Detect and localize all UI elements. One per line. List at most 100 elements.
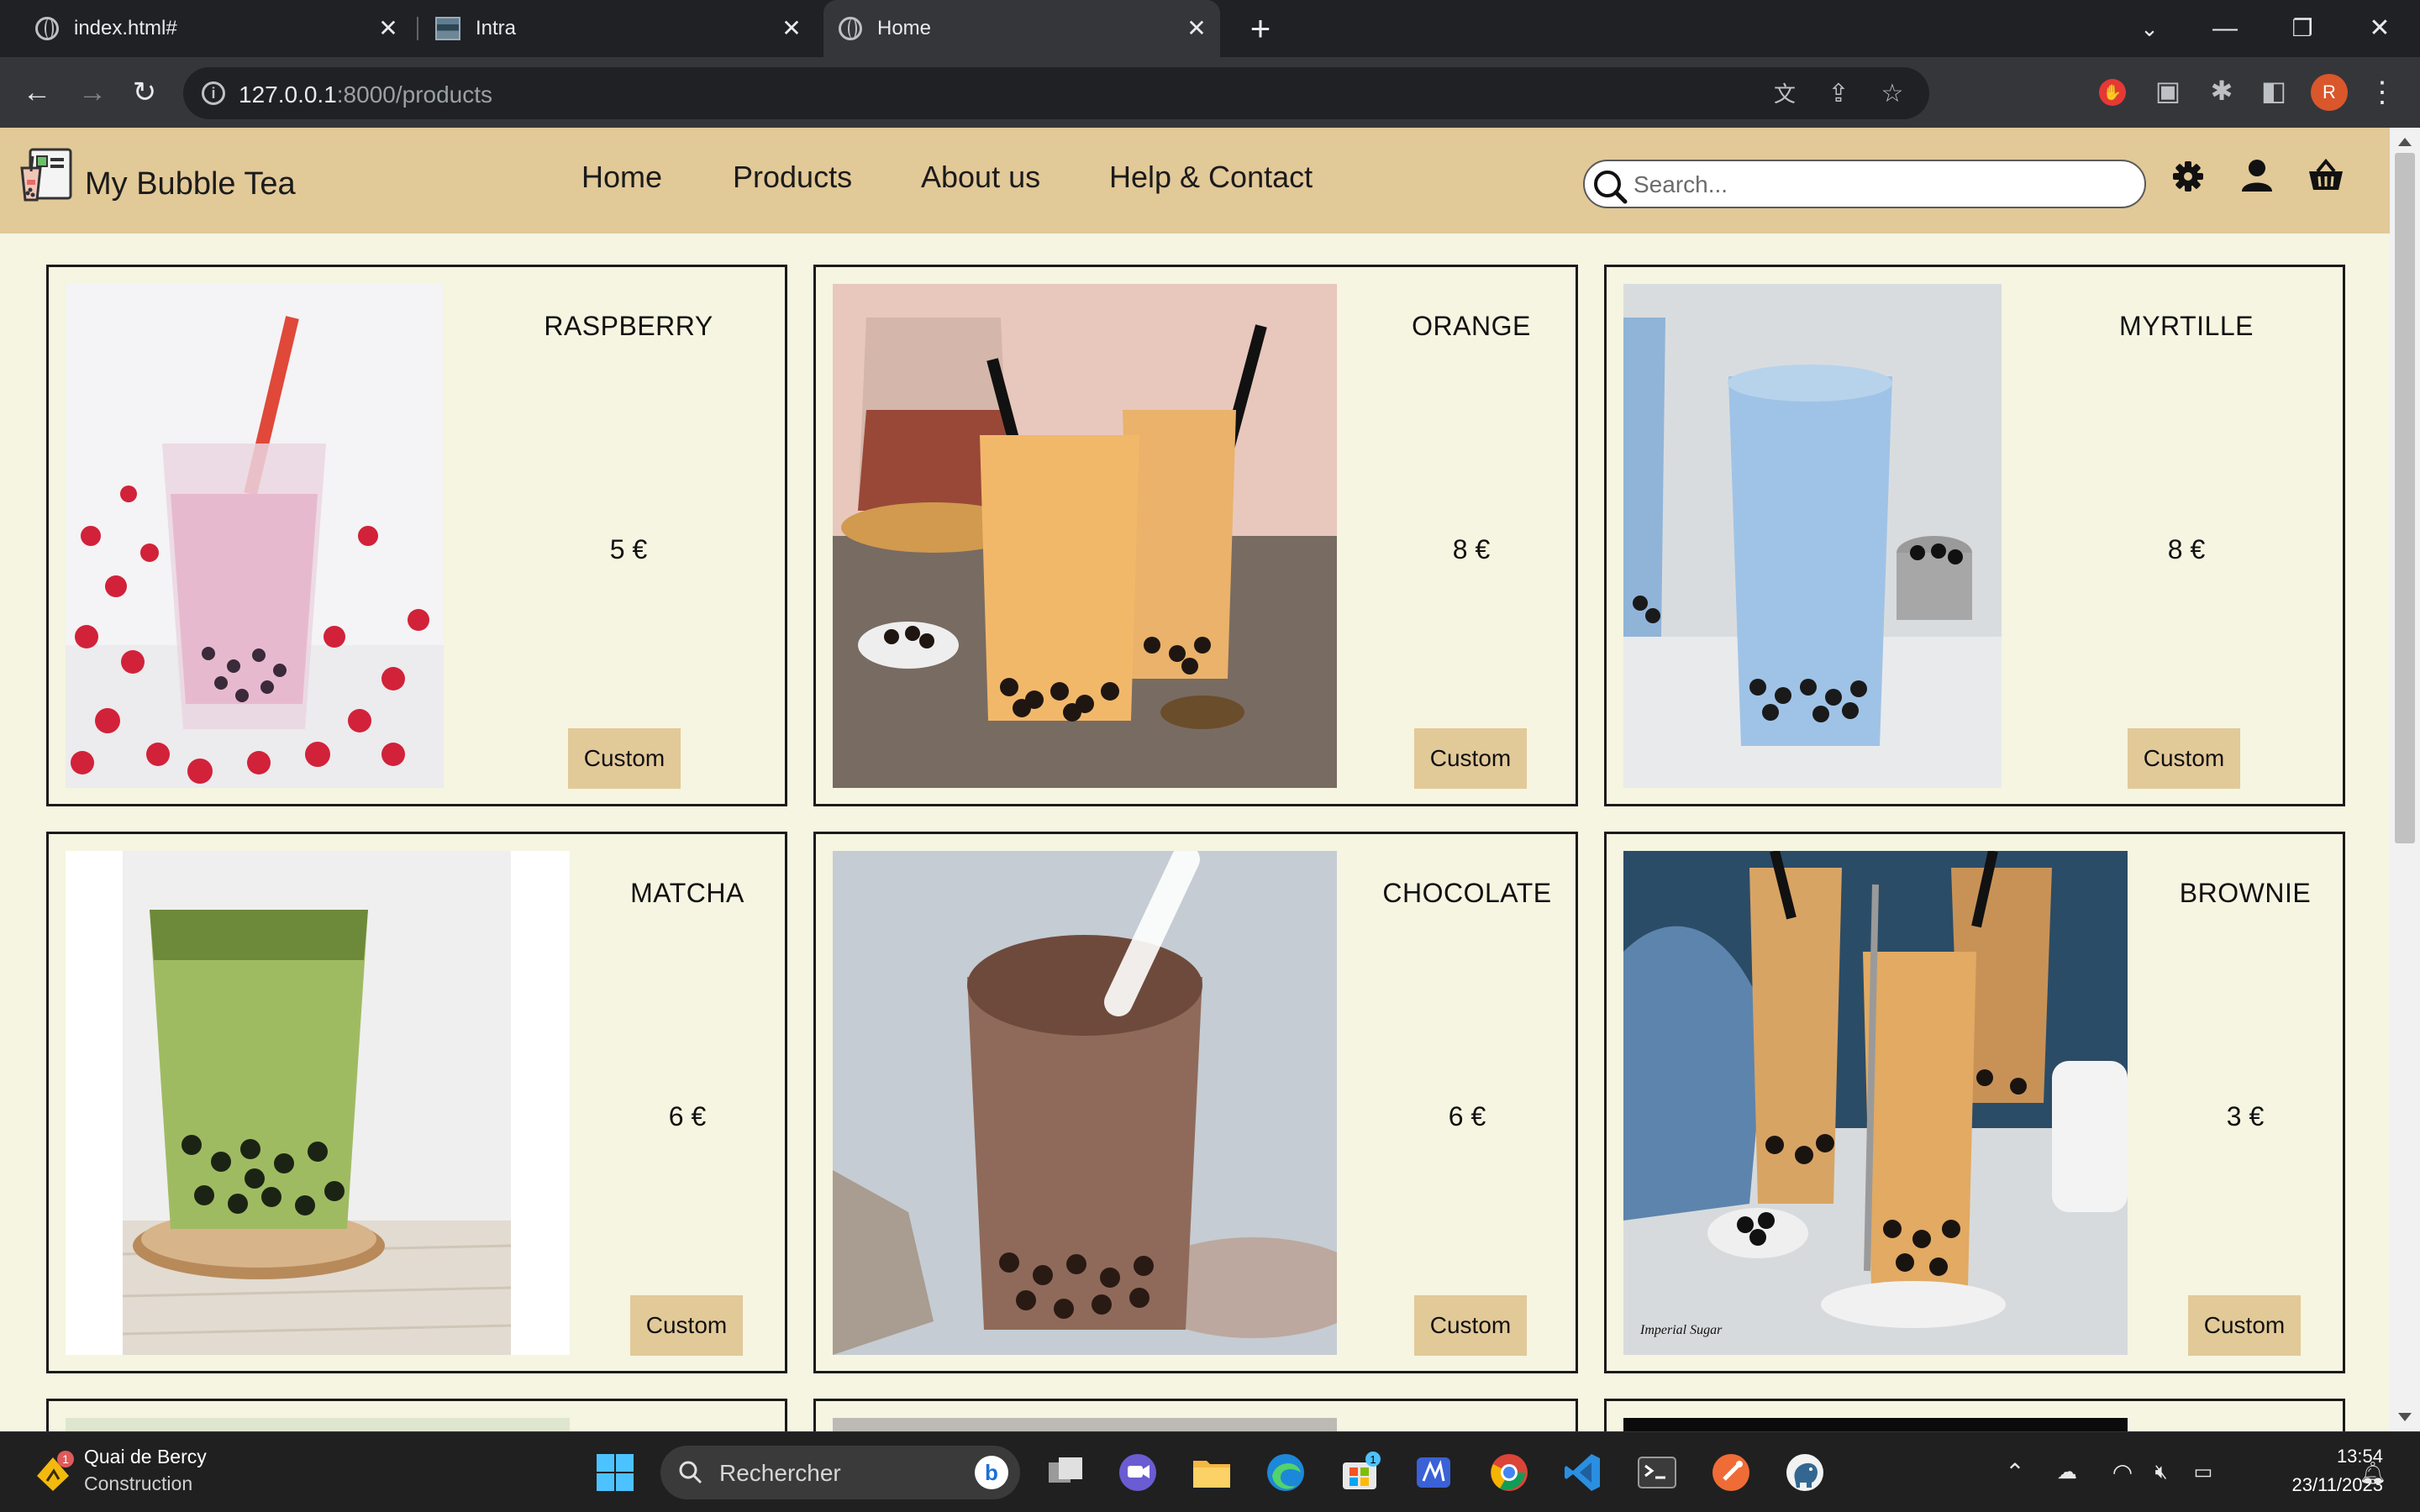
custom-button[interactable]: Custom bbox=[2188, 1295, 2301, 1356]
tab-search-chevron-icon[interactable]: ⌄ bbox=[2129, 8, 2170, 49]
product-photo-partial[interactable] bbox=[66, 1418, 570, 1431]
profile-avatar[interactable]: R bbox=[2311, 74, 2348, 111]
reload-icon[interactable]: ↻ bbox=[126, 74, 163, 111]
volume-muted-icon[interactable]: 🔇︎ bbox=[2146, 1457, 2176, 1488]
search-icon[interactable] bbox=[1591, 168, 1628, 205]
intra-icon bbox=[435, 17, 460, 40]
product-photo-partial[interactable] bbox=[833, 1418, 1337, 1431]
close-icon[interactable]: ✕ bbox=[376, 17, 400, 40]
browser-menu-icon[interactable]: ⋮ bbox=[2368, 74, 2396, 111]
browser-tab-home[interactable]: Home ✕ bbox=[823, 0, 1220, 57]
scroll-down-arrow-icon[interactable] bbox=[2398, 1413, 2412, 1421]
product-photo-chocolate[interactable] bbox=[833, 851, 1337, 1355]
close-icon[interactable]: ✕ bbox=[1185, 17, 1208, 40]
postman-icon[interactable] bbox=[1709, 1451, 1753, 1494]
weather-badge: 1 bbox=[62, 1452, 69, 1466]
browser-tab-intra[interactable]: Intra ✕ bbox=[420, 0, 815, 57]
edge-browser-icon[interactable] bbox=[1264, 1451, 1307, 1494]
restore-icon[interactable]: ❐ bbox=[2282, 8, 2323, 49]
url-text[interactable]: 127.0.0.1:8000/products bbox=[239, 81, 492, 108]
gear-icon[interactable] bbox=[2166, 155, 2210, 198]
scrollbar-thumb[interactable] bbox=[2395, 153, 2415, 843]
extensions-puzzle-icon[interactable]: ✱ bbox=[2205, 74, 2238, 108]
teams-chat-icon[interactable] bbox=[1116, 1451, 1160, 1494]
raspberry-drink-image bbox=[66, 284, 444, 788]
close-icon[interactable]: ✕ bbox=[780, 17, 803, 40]
notifications-bell-icon[interactable]: 🔔︎ bbox=[2358, 1457, 2388, 1488]
tab-title: Intra bbox=[476, 17, 517, 39]
user-icon[interactable] bbox=[2235, 155, 2279, 198]
windows-start-icon[interactable] bbox=[593, 1451, 637, 1494]
minimize-icon[interactable]: — bbox=[2205, 8, 2245, 49]
nav-about-us[interactable]: About us bbox=[921, 160, 1040, 195]
back-arrow-icon[interactable]: ← bbox=[18, 74, 55, 111]
product-name: RASPBERRY bbox=[544, 311, 713, 341]
custom-button[interactable]: Custom bbox=[630, 1295, 743, 1356]
search-input[interactable] bbox=[1634, 170, 2129, 200]
product-name: CHOCOLATE bbox=[1382, 878, 1552, 908]
url-path: :8000/products bbox=[336, 81, 493, 108]
product-photo-matcha[interactable] bbox=[66, 851, 570, 1355]
nav-products[interactable]: Products bbox=[733, 160, 852, 195]
tab-title: Home bbox=[877, 17, 932, 39]
globe-icon bbox=[35, 17, 59, 40]
battery-charging-icon[interactable]: ▭ bbox=[2188, 1457, 2218, 1488]
browser-tab-bar: index.html# ✕ Intra ✕ Home ✕ + ⌄ — ❐ ✕ bbox=[0, 0, 2420, 57]
file-explorer-icon[interactable] bbox=[1190, 1451, 1234, 1494]
custom-button[interactable]: Custom bbox=[1414, 1295, 1527, 1356]
tab-title: index.html# bbox=[74, 17, 177, 39]
brand-name[interactable]: My Bubble Tea bbox=[85, 166, 296, 202]
adblock-extension-icon[interactable]: ✋ bbox=[2099, 79, 2126, 106]
share-icon[interactable]: ⇪ bbox=[1823, 79, 1854, 109]
product-photo-orange[interactable] bbox=[833, 284, 1337, 788]
vscode-icon[interactable] bbox=[1561, 1451, 1605, 1494]
custom-button[interactable]: Custom bbox=[2128, 728, 2240, 789]
custom-button[interactable]: Custom bbox=[568, 728, 681, 789]
wifi-icon[interactable]: ◠ bbox=[2107, 1457, 2138, 1488]
microsoft-store-icon[interactable]: 1 bbox=[1338, 1451, 1381, 1494]
product-photo-raspberry[interactable] bbox=[66, 284, 444, 788]
side-panel-icon[interactable]: ◧ bbox=[2257, 74, 2291, 108]
bubble-tea-logo-icon[interactable] bbox=[18, 146, 76, 205]
new-tab-plus-icon[interactable]: + bbox=[1242, 10, 1279, 47]
weather-title[interactable]: Quai de Bercy bbox=[84, 1446, 207, 1468]
product-photo-partial[interactable] bbox=[1623, 1418, 2128, 1431]
show-hidden-icons-chevron[interactable]: ⌃ bbox=[2000, 1457, 2030, 1488]
terminal-icon[interactable] bbox=[1635, 1451, 1679, 1494]
mathpix-icon[interactable] bbox=[1412, 1451, 1455, 1494]
product-price: 6 € bbox=[1448, 1101, 1486, 1131]
translate-icon[interactable]: 文 bbox=[1770, 79, 1800, 109]
bookmark-star-icon[interactable]: ☆ bbox=[1877, 79, 1907, 109]
product-price: 5 € bbox=[609, 534, 648, 564]
basket-icon[interactable] bbox=[2304, 155, 2348, 198]
custom-button[interactable]: Custom bbox=[1414, 728, 1527, 789]
construction-warning-icon[interactable]: 1 bbox=[32, 1451, 74, 1493]
tab-separator bbox=[417, 17, 418, 40]
page-scrollbar[interactable] bbox=[2390, 128, 2420, 1431]
chrome-icon[interactable] bbox=[1487, 1451, 1531, 1494]
nav-home[interactable]: Home bbox=[581, 160, 662, 195]
orange-drink-image bbox=[833, 284, 1337, 788]
product-name: MYRTILLE bbox=[2119, 311, 2254, 341]
onedrive-offline-icon[interactable]: ☁ bbox=[2052, 1457, 2082, 1488]
product-name: MATCHA bbox=[630, 878, 744, 908]
pgadmin-elephant-icon[interactable] bbox=[1783, 1451, 1827, 1494]
bing-icon[interactable]: b bbox=[975, 1456, 1008, 1489]
task-view-icon[interactable] bbox=[1044, 1451, 1087, 1494]
product-card-myrtille: MYRTILLE 8 € Custom bbox=[1604, 265, 2345, 806]
scroll-up-arrow-icon[interactable] bbox=[2398, 138, 2412, 146]
taskbar-search[interactable]: Rechercher b bbox=[660, 1446, 1020, 1499]
product-photo-myrtille[interactable] bbox=[1623, 284, 2002, 788]
window-close-icon[interactable]: ✕ bbox=[2360, 8, 2400, 49]
address-bar[interactable]: i 127.0.0.1:8000/products 文 ⇪ ☆ bbox=[183, 67, 1929, 119]
forward-arrow-icon[interactable]: → bbox=[74, 74, 111, 111]
site-info-icon[interactable]: i bbox=[202, 81, 225, 105]
product-price: 6 € bbox=[668, 1101, 707, 1131]
product-photo-brownie[interactable]: Imperial Sugar bbox=[1623, 851, 2128, 1355]
picture-in-picture-icon[interactable]: ▣ bbox=[2151, 74, 2185, 108]
nav-help-contact[interactable]: Help & Contact bbox=[1109, 160, 1313, 195]
store-badge: 1 bbox=[1370, 1453, 1376, 1466]
product-card-orange: ORANGE 8 € Custom bbox=[813, 265, 1578, 806]
weather-subtitle[interactable]: Construction bbox=[84, 1473, 192, 1495]
browser-tab-index[interactable]: index.html# ✕ bbox=[17, 0, 412, 57]
